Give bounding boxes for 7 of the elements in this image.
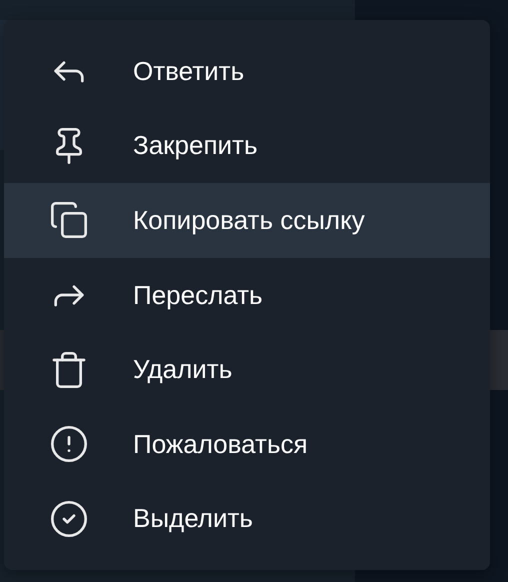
menu-item[interactable]: Закрепить bbox=[4, 108, 490, 184]
menu-item[interactable]: Выделить bbox=[4, 481, 490, 556]
menu-item[interactable]: Пожаловаться bbox=[4, 406, 490, 482]
menu-item[interactable]: Удалить bbox=[4, 332, 490, 407]
menu-item[interactable]: Переслать bbox=[4, 258, 490, 332]
menu-item[interactable]: Копировать ссылку bbox=[4, 183, 490, 258]
menu-item[interactable]: Ответить bbox=[4, 34, 490, 109]
